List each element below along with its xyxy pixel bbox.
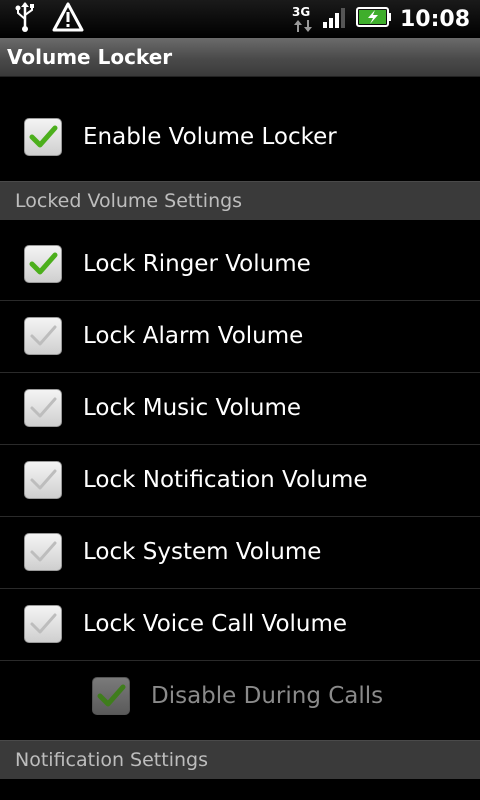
pref-enable-volume-locker[interactable]: Enable Volume Locker bbox=[0, 102, 480, 174]
screen: 3G 10:08 Volume Locker Enable Volume Loc… bbox=[0, 0, 480, 800]
pref-lock-music-volume[interactable]: Lock Music Volume bbox=[0, 372, 480, 444]
pref-disable-during-calls: Disable During Calls bbox=[68, 660, 480, 732]
lock-system-checkbox[interactable] bbox=[24, 533, 62, 571]
lock-alarm-checkbox[interactable] bbox=[24, 317, 62, 355]
lock-voice-call-checkbox[interactable] bbox=[24, 605, 62, 643]
status-bar: 3G 10:08 bbox=[0, 0, 480, 38]
pref-lock-ringer-volume[interactable]: Lock Ringer Volume bbox=[0, 228, 480, 300]
checkmark-icon bbox=[29, 125, 58, 148]
status-left bbox=[12, 2, 84, 36]
battery-charging-icon bbox=[355, 6, 392, 32]
checkmark-icon bbox=[30, 469, 57, 490]
checkmark-icon bbox=[97, 684, 126, 707]
disable-during-calls-checkbox bbox=[92, 677, 130, 715]
pref-lock-alarm-volume[interactable]: Lock Alarm Volume bbox=[0, 300, 480, 372]
pref-label: Lock Notification Volume bbox=[83, 467, 368, 493]
warning-icon bbox=[52, 2, 84, 36]
pref-lock-notification-volume[interactable]: Lock Notification Volume bbox=[0, 444, 480, 516]
pref-label: Enable Volume Locker bbox=[83, 124, 337, 150]
pref-label: Lock Ringer Volume bbox=[83, 251, 311, 277]
pref-lock-system-volume[interactable]: Lock System Volume bbox=[0, 516, 480, 588]
pref-label: Lock Voice Call Volume bbox=[83, 611, 348, 637]
pref-label: Lock Alarm Volume bbox=[83, 323, 304, 349]
lock-notification-checkbox[interactable] bbox=[24, 461, 62, 499]
pref-label: Lock System Volume bbox=[83, 539, 322, 565]
category-locked-volume-settings: Locked Volume Settings bbox=[0, 181, 480, 220]
checkmark-icon bbox=[29, 252, 58, 275]
lock-music-checkbox[interactable] bbox=[24, 389, 62, 427]
category-label: Locked Volume Settings bbox=[15, 190, 243, 212]
category-notification-settings: Notification Settings bbox=[0, 740, 480, 779]
checkmark-icon bbox=[30, 397, 57, 418]
category-label: Notification Settings bbox=[15, 749, 208, 771]
status-right: 3G 10:08 bbox=[292, 0, 470, 38]
network-label: 3G bbox=[291, 5, 311, 19]
pref-lock-voice-call-volume[interactable]: Lock Voice Call Volume bbox=[0, 588, 480, 660]
status-clock: 10:08 bbox=[399, 6, 470, 32]
lock-ringer-checkbox[interactable] bbox=[24, 245, 62, 283]
signal-icon bbox=[322, 5, 348, 33]
network-3g-icon: 3G bbox=[292, 4, 314, 34]
usb-icon bbox=[12, 1, 38, 37]
title-bar: Volume Locker bbox=[0, 38, 480, 77]
checkmark-icon bbox=[30, 613, 57, 634]
pref-label: Disable During Calls bbox=[151, 683, 384, 709]
checkmark-icon bbox=[30, 325, 57, 346]
app-title: Volume Locker bbox=[7, 45, 173, 69]
enable-checkbox[interactable] bbox=[24, 118, 62, 156]
checkmark-icon bbox=[30, 541, 57, 562]
pref-label: Lock Music Volume bbox=[83, 395, 302, 421]
